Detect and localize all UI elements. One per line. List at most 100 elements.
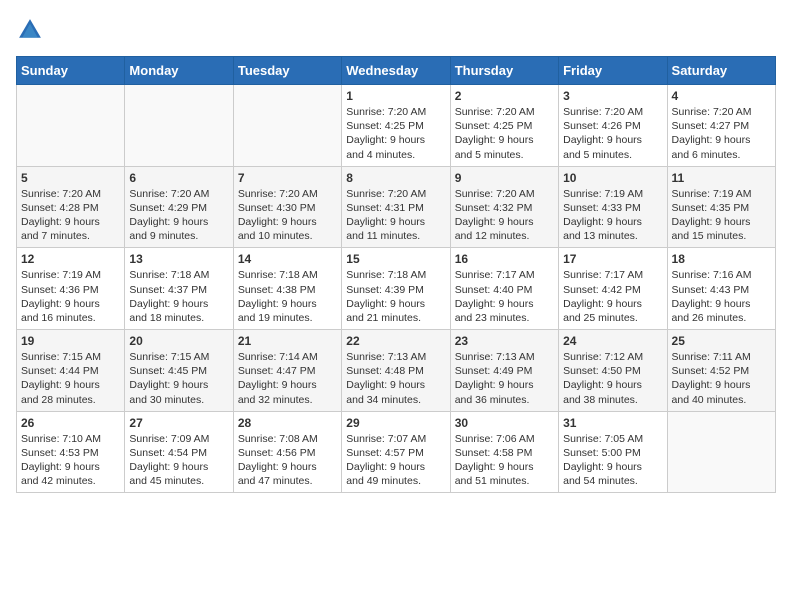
day-number: 18 <box>672 252 771 266</box>
day-info-line: Sunrise: 7:18 AM <box>129 268 228 282</box>
day-info-line: and 6 minutes. <box>672 148 771 162</box>
day-number: 27 <box>129 416 228 430</box>
day-info-line: and 42 minutes. <box>21 474 120 488</box>
day-number: 1 <box>346 89 445 103</box>
day-info-line: Daylight: 9 hours <box>346 133 445 147</box>
day-info-line: Daylight: 9 hours <box>672 297 771 311</box>
day-info-line: Sunrise: 7:06 AM <box>455 432 554 446</box>
calendar-cell: 19Sunrise: 7:15 AMSunset: 4:44 PMDayligh… <box>17 330 125 412</box>
day-number: 9 <box>455 171 554 185</box>
day-info-line: Daylight: 9 hours <box>129 378 228 392</box>
day-info-line: Sunset: 4:48 PM <box>346 364 445 378</box>
weekday-header: Saturday <box>667 57 775 85</box>
calendar-cell: 3Sunrise: 7:20 AMSunset: 4:26 PMDaylight… <box>559 85 667 167</box>
calendar-cell: 12Sunrise: 7:19 AMSunset: 4:36 PMDayligh… <box>17 248 125 330</box>
day-number: 5 <box>21 171 120 185</box>
calendar-cell: 6Sunrise: 7:20 AMSunset: 4:29 PMDaylight… <box>125 166 233 248</box>
day-number: 17 <box>563 252 662 266</box>
day-info-line: and 10 minutes. <box>238 229 337 243</box>
day-number: 13 <box>129 252 228 266</box>
day-info-line: and 7 minutes. <box>21 229 120 243</box>
day-info-line: Sunset: 4:45 PM <box>129 364 228 378</box>
day-info-line: Sunset: 4:56 PM <box>238 446 337 460</box>
calendar-cell: 15Sunrise: 7:18 AMSunset: 4:39 PMDayligh… <box>342 248 450 330</box>
day-info-line: Sunrise: 7:18 AM <box>238 268 337 282</box>
day-info-line: and 47 minutes. <box>238 474 337 488</box>
day-info-line: and 25 minutes. <box>563 311 662 325</box>
day-info-line: Daylight: 9 hours <box>21 297 120 311</box>
day-info-line: Sunrise: 7:20 AM <box>21 187 120 201</box>
day-info-line: Sunrise: 7:05 AM <box>563 432 662 446</box>
day-info-line: Sunset: 4:29 PM <box>129 201 228 215</box>
day-info-line: Daylight: 9 hours <box>129 297 228 311</box>
day-info-line: Sunset: 4:25 PM <box>455 119 554 133</box>
day-info-line: Sunrise: 7:20 AM <box>346 105 445 119</box>
day-info-line: and 38 minutes. <box>563 393 662 407</box>
day-info-line: Sunrise: 7:19 AM <box>21 268 120 282</box>
day-info-line: Daylight: 9 hours <box>455 297 554 311</box>
day-info-line: Daylight: 9 hours <box>563 215 662 229</box>
day-info-line: Daylight: 9 hours <box>563 378 662 392</box>
day-info-line: Sunrise: 7:17 AM <box>563 268 662 282</box>
day-info-line: Sunset: 4:31 PM <box>346 201 445 215</box>
day-number: 21 <box>238 334 337 348</box>
day-info-line: Sunrise: 7:20 AM <box>672 105 771 119</box>
day-info-line: and 49 minutes. <box>346 474 445 488</box>
weekday-header: Sunday <box>17 57 125 85</box>
day-info-line: Daylight: 9 hours <box>455 133 554 147</box>
day-info-line: Sunrise: 7:19 AM <box>563 187 662 201</box>
day-info-line: Sunset: 4:39 PM <box>346 283 445 297</box>
day-number: 7 <box>238 171 337 185</box>
day-info-line: Sunset: 5:00 PM <box>563 446 662 460</box>
day-number: 14 <box>238 252 337 266</box>
day-info-line: and 54 minutes. <box>563 474 662 488</box>
day-info-line: Daylight: 9 hours <box>455 215 554 229</box>
calendar-cell <box>233 85 341 167</box>
weekday-header: Thursday <box>450 57 558 85</box>
day-number: 8 <box>346 171 445 185</box>
calendar-cell: 24Sunrise: 7:12 AMSunset: 4:50 PMDayligh… <box>559 330 667 412</box>
calendar-cell <box>125 85 233 167</box>
day-info-line: Sunrise: 7:20 AM <box>346 187 445 201</box>
calendar-table: SundayMondayTuesdayWednesdayThursdayFrid… <box>16 56 776 493</box>
calendar-week-row: 1Sunrise: 7:20 AMSunset: 4:25 PMDaylight… <box>17 85 776 167</box>
calendar-cell: 22Sunrise: 7:13 AMSunset: 4:48 PMDayligh… <box>342 330 450 412</box>
day-info-line: Sunset: 4:42 PM <box>563 283 662 297</box>
day-info-line: Sunrise: 7:13 AM <box>346 350 445 364</box>
day-info-line: and 9 minutes. <box>129 229 228 243</box>
day-info-line: Sunset: 4:33 PM <box>563 201 662 215</box>
day-info-line: Sunrise: 7:20 AM <box>455 187 554 201</box>
calendar-cell <box>667 411 775 493</box>
calendar-cell: 10Sunrise: 7:19 AMSunset: 4:33 PMDayligh… <box>559 166 667 248</box>
day-info-line: Daylight: 9 hours <box>455 378 554 392</box>
day-info-line: and 40 minutes. <box>672 393 771 407</box>
day-number: 15 <box>346 252 445 266</box>
day-info-line: Sunset: 4:32 PM <box>455 201 554 215</box>
day-number: 29 <box>346 416 445 430</box>
calendar-cell: 16Sunrise: 7:17 AMSunset: 4:40 PMDayligh… <box>450 248 558 330</box>
calendar-cell: 2Sunrise: 7:20 AMSunset: 4:25 PMDaylight… <box>450 85 558 167</box>
day-number: 6 <box>129 171 228 185</box>
day-number: 24 <box>563 334 662 348</box>
day-info-line: and 30 minutes. <box>129 393 228 407</box>
logo <box>16 16 48 44</box>
day-number: 19 <box>21 334 120 348</box>
day-number: 2 <box>455 89 554 103</box>
day-info-line: and 5 minutes. <box>563 148 662 162</box>
calendar-week-row: 19Sunrise: 7:15 AMSunset: 4:44 PMDayligh… <box>17 330 776 412</box>
day-number: 3 <box>563 89 662 103</box>
calendar-cell: 21Sunrise: 7:14 AMSunset: 4:47 PMDayligh… <box>233 330 341 412</box>
day-number: 20 <box>129 334 228 348</box>
day-info-line: Sunset: 4:28 PM <box>21 201 120 215</box>
calendar-cell: 25Sunrise: 7:11 AMSunset: 4:52 PMDayligh… <box>667 330 775 412</box>
day-info-line: Sunrise: 7:15 AM <box>129 350 228 364</box>
day-info-line: Daylight: 9 hours <box>672 378 771 392</box>
day-info-line: Sunset: 4:53 PM <box>21 446 120 460</box>
day-info-line: Sunrise: 7:16 AM <box>672 268 771 282</box>
day-info-line: and 4 minutes. <box>346 148 445 162</box>
day-info-line: Daylight: 9 hours <box>129 215 228 229</box>
day-info-line: Sunset: 4:58 PM <box>455 446 554 460</box>
calendar-week-row: 12Sunrise: 7:19 AMSunset: 4:36 PMDayligh… <box>17 248 776 330</box>
day-info-line: and 51 minutes. <box>455 474 554 488</box>
calendar-cell: 18Sunrise: 7:16 AMSunset: 4:43 PMDayligh… <box>667 248 775 330</box>
